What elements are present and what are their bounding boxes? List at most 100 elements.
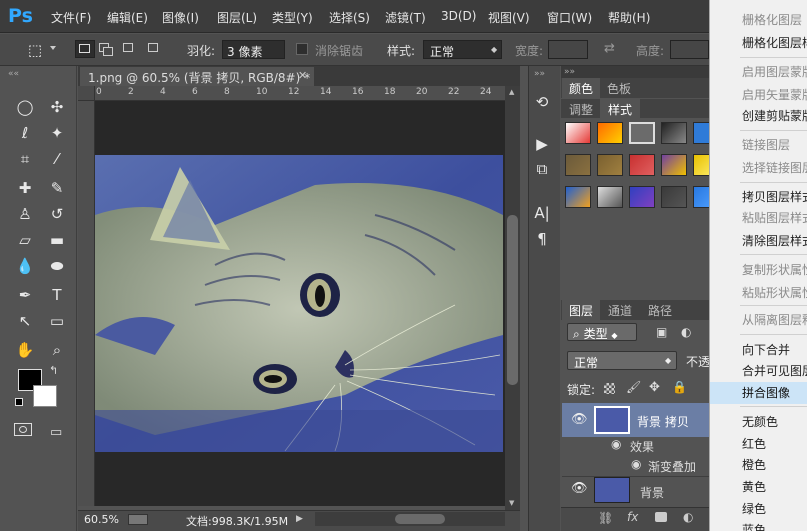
tab-swatches[interactable]: 色板 — [607, 80, 631, 97]
ruler-origin[interactable] — [78, 86, 95, 101]
crop-tool-icon[interactable]: ⌗ — [14, 148, 36, 170]
scroll-up-icon[interactable]: ▲ — [509, 88, 514, 96]
collapse-icon[interactable]: »» — [564, 67, 575, 77]
tab-layers[interactable]: 图层 — [569, 302, 593, 319]
paragraph-icon[interactable]: ¶ — [531, 228, 553, 250]
3d-panel-icon[interactable]: ⧉ — [531, 158, 553, 180]
link-icon[interactable]: ⛓ — [598, 511, 613, 525]
style-swatch[interactable] — [661, 122, 687, 144]
zoom-level[interactable]: 60.5% — [84, 513, 119, 526]
menu-item[interactable]: 窗口(W) — [547, 9, 592, 26]
marquee-tool-icon[interactable]: ◯ — [14, 96, 36, 118]
lock-transparency-icon[interactable] — [604, 383, 615, 394]
context-menu-item[interactable]: 清除图层样式 — [710, 230, 807, 252]
tab-color[interactable]: 颜色 — [569, 80, 593, 97]
style-swatch[interactable] — [565, 122, 591, 144]
height-input[interactable] — [670, 40, 709, 59]
style-swatch[interactable] — [629, 122, 655, 144]
tab-paths[interactable]: 路径 — [648, 302, 672, 319]
menu-item[interactable]: 编辑(E) — [107, 9, 148, 26]
style-swatch[interactable] — [629, 186, 655, 208]
menu-item[interactable]: 3D(D) — [441, 9, 476, 23]
adjustment-layer-icon[interactable]: ◐ — [683, 510, 693, 524]
style-swatch[interactable] — [597, 122, 623, 144]
context-menu-item[interactable]: 绿色 — [710, 498, 807, 520]
menu-item[interactable]: 选择(S) — [329, 9, 370, 26]
image-filter-icon[interactable]: ▣ — [656, 325, 667, 339]
move-tool-icon[interactable]: ✣ — [46, 96, 68, 118]
magic-wand-tool-icon[interactable]: ✦ — [46, 122, 68, 144]
lock-all-icon[interactable]: 🔒 — [672, 380, 687, 394]
eyedropper-tool-icon[interactable]: ⁄ — [46, 148, 68, 170]
blend-mode-select[interactable]: 正常 — [567, 351, 677, 370]
context-menu-item[interactable]: 栅格化图层样式 — [710, 32, 807, 54]
eraser-tool-icon[interactable]: ▱ — [14, 229, 36, 251]
blur-tool-icon[interactable]: 💧 — [14, 255, 36, 277]
context-menu-item[interactable]: 无颜色 — [710, 411, 807, 433]
style-swatch[interactable] — [597, 154, 623, 176]
gradient-tool-icon[interactable]: ▬ — [46, 229, 68, 251]
collapse-icon[interactable]: »» — [534, 69, 545, 79]
scroll-down-icon[interactable]: ▼ — [509, 499, 514, 507]
marquee-preset-icon[interactable]: ⬚ — [24, 39, 46, 61]
screen-mode-icon[interactable]: ▭ — [50, 425, 62, 440]
character-icon[interactable]: A| — [531, 202, 553, 224]
menu-item[interactable]: 滤镜(T) — [385, 9, 426, 26]
swap-icon[interactable]: ⇄ — [604, 41, 615, 56]
context-menu-item[interactable]: 拷贝图层样式 — [710, 186, 807, 208]
zoom-tool-icon[interactable]: ⌕ — [46, 339, 68, 361]
actions-play-icon[interactable]: ▶ — [531, 133, 553, 155]
close-icon[interactable]: ✕ — [298, 69, 307, 82]
eye-icon[interactable]: 👁 — [571, 481, 588, 496]
context-menu-item[interactable]: 红色 — [710, 433, 807, 455]
status-menu-icon[interactable]: ▶ — [296, 514, 303, 524]
layer-name[interactable]: 背景 拷贝 — [637, 413, 689, 430]
layer-name[interactable]: 背景 — [640, 484, 664, 501]
context-menu-item[interactable]: 蓝色 — [710, 519, 807, 531]
adjustment-filter-icon[interactable]: ◐ — [681, 325, 691, 339]
menu-item[interactable]: 图层(L) — [217, 9, 257, 26]
pen-tool-icon[interactable]: ✒ — [14, 284, 36, 306]
stamp-tool-icon[interactable]: ♙ — [14, 203, 36, 225]
chevron-down-icon[interactable] — [50, 46, 56, 50]
context-menu-item[interactable]: 橙色 — [710, 454, 807, 476]
style-swatch[interactable] — [565, 154, 591, 176]
feather-input[interactable]: 3 像素 — [222, 40, 285, 59]
layer-filter-select[interactable]: ⌕ 类型 ◆ — [567, 323, 637, 341]
style-swatch[interactable] — [597, 186, 623, 208]
hand-tool-icon[interactable]: ✋ — [14, 339, 36, 361]
tab-adjustments[interactable]: 调整 — [569, 101, 593, 118]
swap-colors-icon[interactable]: ↰ — [49, 364, 58, 377]
default-colors-icon[interactable] — [15, 398, 23, 406]
style-swatch[interactable] — [661, 186, 687, 208]
eye-icon[interactable]: ◉ — [611, 437, 621, 451]
menu-item[interactable]: 类型(Y) — [272, 9, 313, 26]
hscroll-thumb[interactable] — [395, 514, 445, 524]
collapse-icon[interactable]: «« — [8, 69, 19, 79]
context-menu-item[interactable]: 向下合并 — [710, 339, 807, 361]
intersect-selection-icon[interactable] — [148, 43, 158, 52]
dodge-tool-icon[interactable]: ⬬ — [46, 255, 68, 277]
lock-brush-icon[interactable]: 🖌 — [626, 380, 641, 394]
eye-icon[interactable]: 👁 — [571, 412, 588, 427]
healing-brush-tool-icon[interactable]: ✚ — [14, 177, 36, 199]
style-swatch[interactable] — [565, 186, 591, 208]
type-tool-icon[interactable]: T — [46, 284, 68, 306]
context-menu-item[interactable]: 黄色 — [710, 476, 807, 498]
scrollbar-thumb[interactable] — [507, 215, 518, 385]
menu-item[interactable]: 图像(I) — [162, 9, 199, 26]
fx-icon[interactable]: fx — [627, 510, 638, 524]
history-icon[interactable]: ⟲ — [531, 91, 553, 113]
subtract-selection-icon[interactable] — [123, 43, 133, 52]
antialias-checkbox[interactable] — [296, 43, 308, 55]
menu-item[interactable]: 视图(V) — [488, 9, 530, 26]
style-swatch[interactable] — [629, 154, 655, 176]
style-swatch[interactable] — [661, 154, 687, 176]
eye-icon[interactable]: ◉ — [631, 457, 641, 471]
brush-tool-icon[interactable]: ✎ — [46, 177, 68, 199]
lasso-tool-icon[interactable]: ℓ — [14, 122, 36, 144]
cat-photo[interactable] — [95, 155, 503, 452]
mask-icon[interactable] — [655, 512, 667, 522]
rectangle-tool-icon[interactable]: ▭ — [46, 310, 68, 332]
width-input[interactable] — [548, 40, 588, 59]
